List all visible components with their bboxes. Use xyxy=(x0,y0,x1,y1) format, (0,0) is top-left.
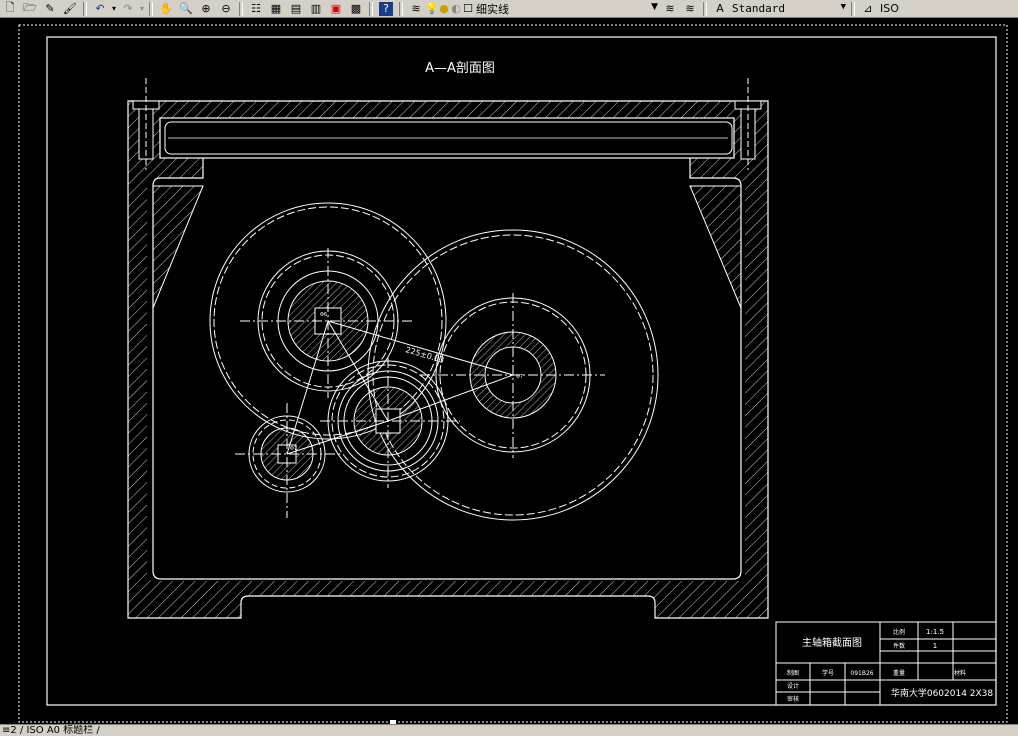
layout-tabs-bar[interactable]: ≡2 / ISO A0 标题栏 / xyxy=(0,724,1018,736)
right-rib xyxy=(689,185,742,309)
design-label: 设计 xyxy=(787,682,799,690)
drawing-canvas[interactable]: A—A剖面图 225±0.03 Φ7 Φ7 Φ6 主轴箱截面图 比例 1:1.5… xyxy=(0,18,1018,724)
school-code: 华南大学0602014 2X38 xyxy=(891,687,994,699)
layer-freeze-icon: ● xyxy=(439,2,449,15)
left-rib xyxy=(152,185,204,309)
text-style-dropdown[interactable]: Standard ▼ xyxy=(730,2,848,16)
undo-dropdown-icon[interactable]: ▾ xyxy=(110,1,118,17)
student-id-label: 学号 xyxy=(822,669,834,677)
drawing-svg: A—A剖面图 225±0.03 Φ7 Φ7 Φ6 主轴箱截面图 比例 1:1.5… xyxy=(18,24,1008,724)
drawn-by-label: 制图 xyxy=(787,669,799,677)
standard-toolbar: 🗋 🗁 ✎ 🖌 ↶ ▾ ↷ ▾ ✋ 🔍 ⊕ ⊖ ☷ ▦ ▤ ▥ ▣ ▩ ? ≋ … xyxy=(0,0,1018,18)
pencil-icon[interactable]: ✎ xyxy=(40,1,60,17)
gear-left-label: Φ6 xyxy=(320,312,327,318)
review-label: 审核 xyxy=(787,695,799,703)
housing-outline xyxy=(127,100,769,619)
brush-icon[interactable]: 🖌 xyxy=(60,1,80,17)
student-id: 091B26 xyxy=(850,670,873,677)
new-icon[interactable]: 🗋 xyxy=(0,1,20,17)
material-label: 材料 xyxy=(954,669,966,677)
tool-palettes-icon[interactable]: ▤ xyxy=(286,1,306,17)
layer-previous-icon[interactable]: ≋ xyxy=(680,1,700,17)
layer-color-swatch: ☐ xyxy=(463,2,473,15)
layer-dropdown[interactable]: 细实线 ▼ xyxy=(474,2,660,16)
calculator-icon[interactable]: ▩ xyxy=(346,1,366,17)
design-center-icon[interactable]: ▦ xyxy=(266,1,286,17)
make-layer-current-icon[interactable]: ≋ xyxy=(660,1,680,17)
layout-tabs-text[interactable]: ≡2 / ISO A0 标题栏 / xyxy=(2,725,100,736)
zoom-window-icon[interactable]: ⊕ xyxy=(196,1,216,17)
redo-icon[interactable]: ↷ xyxy=(118,1,138,17)
qty-value: 1 xyxy=(933,642,937,650)
help-icon[interactable]: ? xyxy=(379,1,393,16)
drawing-name: 主轴箱截面图 xyxy=(802,636,862,649)
open-icon[interactable]: 🗁 xyxy=(20,1,40,17)
scale-value: 1:1.5 xyxy=(926,628,944,636)
dim-style-icon[interactable]: ⊿ xyxy=(858,1,878,17)
properties-icon[interactable]: ☷ xyxy=(246,1,266,17)
layer-manager-icon[interactable]: ≋ xyxy=(406,1,426,17)
chevron-down-icon: ▼ xyxy=(651,1,658,12)
layer-name: 细实线 xyxy=(476,2,509,16)
zoom-realtime-icon[interactable]: 🔍 xyxy=(176,1,196,17)
text-style-name: Standard xyxy=(732,2,785,15)
layer-on-icon: 💡 xyxy=(425,2,439,15)
redo-dropdown-icon[interactable]: ▾ xyxy=(138,1,146,17)
housing-hatch xyxy=(128,101,768,618)
qty-label: 件数 xyxy=(893,642,905,650)
text-style-icon[interactable]: A xyxy=(710,1,730,17)
weight-label: 重量 xyxy=(893,669,905,677)
view-title: A—A剖面图 xyxy=(425,61,495,76)
scale-label: 比例 xyxy=(893,628,905,636)
undo-icon[interactable]: ↶ xyxy=(90,1,110,17)
markup-icon[interactable]: ▣ xyxy=(326,1,346,17)
layer-lock-icon: ◐ xyxy=(451,2,461,15)
gear-right-label: Φ7 xyxy=(516,374,523,380)
chevron-down-icon: ▼ xyxy=(840,1,846,12)
dim-style-name: ISO xyxy=(880,2,899,15)
gear-small-label: Φ7 xyxy=(290,446,297,452)
pan-icon[interactable]: ✋ xyxy=(156,1,176,17)
dim-style-dropdown[interactable]: ISO xyxy=(878,2,908,16)
sheet-set-icon[interactable]: ▥ xyxy=(306,1,326,17)
zoom-previous-icon[interactable]: ⊖ xyxy=(216,1,236,17)
